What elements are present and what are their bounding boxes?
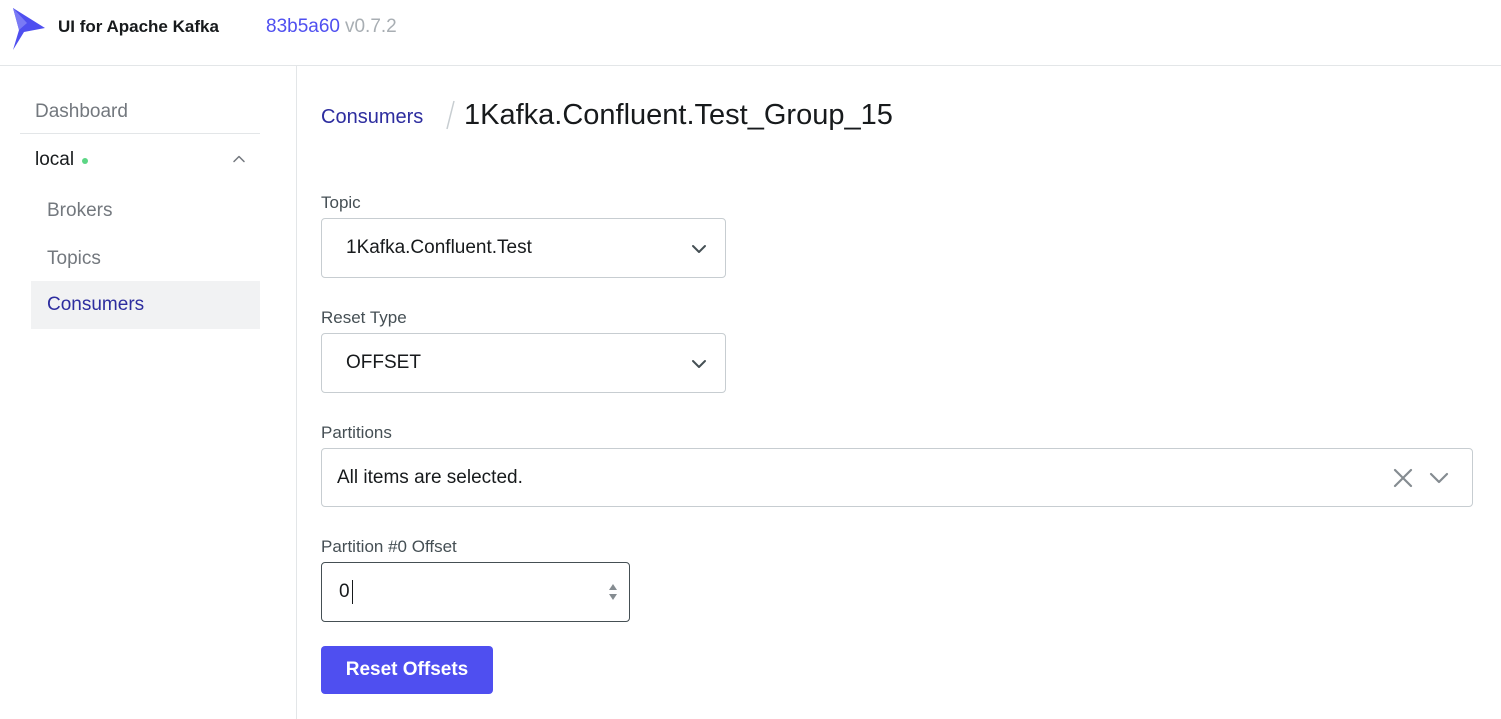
kafka-bird-logo-icon[interactable] [11, 6, 47, 50]
topic-select[interactable]: 1Kafka.Confluent.Test [321, 218, 726, 278]
sidebar: Dashboard local Brokers Topics Consumers [0, 66, 297, 719]
sidebar-item-label: Dashboard [35, 100, 128, 122]
commit-hash-link[interactable]: 83b5a60 [266, 16, 340, 37]
top-header: UI for Apache Kafka 83b5a60 v0.7.2 [0, 0, 1501, 66]
cluster-status-dot [82, 158, 89, 164]
sidebar-cluster-local[interactable]: local [20, 142, 260, 178]
stepper-arrows-icon[interactable] [607, 580, 619, 604]
topic-select-value: 1Kafka.Confluent.Test [346, 237, 532, 258]
version-info: 83b5a60 v0.7.2 [266, 16, 397, 38]
sidebar-item-label: Consumers [47, 294, 145, 315]
partitions-multiselect[interactable]: All items are selected. [321, 448, 1473, 507]
chevron-up-icon[interactable] [232, 152, 246, 166]
breadcrumb-separator [446, 100, 455, 130]
partitions-multiselect-value: All items are selected. [337, 466, 523, 488]
breadcrumb-consumers-link[interactable]: Consumers [321, 106, 423, 129]
cluster-name: local [35, 149, 75, 170]
text-caret [352, 580, 353, 604]
version-label: v0.7.2 [344, 16, 397, 37]
close-icon[interactable] [1392, 467, 1414, 489]
partition-offset-label: Partition #0 Offset [321, 537, 457, 556]
sidebar-item-brokers[interactable]: Brokers [31, 187, 260, 235]
chevron-down-icon[interactable] [1428, 468, 1450, 488]
partition-offset-input[interactable] [321, 562, 630, 622]
sidebar-item-label: Brokers [47, 200, 113, 221]
reset-type-select[interactable]: OFFSET [321, 333, 726, 393]
partitions-label: Partitions [321, 423, 392, 442]
app-title[interactable]: UI for Apache Kafka [58, 17, 219, 37]
sidebar-item-consumers[interactable]: Consumers [31, 281, 260, 329]
sidebar-item-topics[interactable]: Topics [31, 235, 260, 283]
chevron-down-icon [692, 360, 706, 368]
sidebar-item-dashboard[interactable]: Dashboard [20, 90, 260, 134]
reset-offsets-button[interactable]: Reset Offsets [321, 646, 493, 694]
page-title: 1Kafka.Confluent.Test_Group_15 [464, 99, 893, 131]
reset-type-select-value: OFFSET [346, 352, 421, 373]
sidebar-item-label: Topics [47, 248, 101, 269]
topic-label: Topic [321, 193, 361, 212]
reset-type-label: Reset Type [321, 308, 407, 327]
chevron-down-icon [692, 245, 706, 253]
